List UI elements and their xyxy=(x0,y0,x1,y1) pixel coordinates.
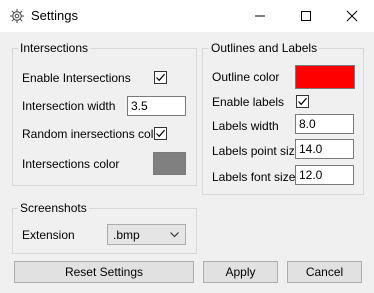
checkmark-icon xyxy=(156,129,165,138)
labels-font-size-label: Labels font size xyxy=(212,170,296,184)
enable-labels-checkbox[interactable] xyxy=(296,95,309,108)
outline-color-label: Outline color xyxy=(212,70,280,84)
close-button[interactable] xyxy=(329,0,374,32)
checkmark-icon xyxy=(298,97,307,106)
gear-icon xyxy=(9,8,25,24)
labels-point-size-label: Labels point size xyxy=(212,144,302,158)
apply-button[interactable]: Apply xyxy=(203,261,278,283)
maximize-icon xyxy=(301,11,311,21)
maximize-button[interactable] xyxy=(283,0,329,32)
intersection-width-label: Intersection width xyxy=(22,99,116,113)
window-title: Settings xyxy=(31,8,78,23)
outline-color-button[interactable] xyxy=(295,65,355,89)
minimize-icon xyxy=(255,15,265,17)
minimize-button[interactable] xyxy=(237,0,283,32)
intersections-color-button[interactable] xyxy=(153,152,186,175)
extension-value: .bmp xyxy=(113,228,140,242)
screenshots-group-title: Screenshots xyxy=(18,201,89,215)
checkmark-icon xyxy=(156,73,165,82)
labels-width-input[interactable]: 8.0 xyxy=(295,114,354,134)
enable-intersections-checkbox[interactable] xyxy=(154,71,167,84)
intersection-width-input[interactable]: 3.5 xyxy=(127,96,186,116)
intersections-group-title: Intersections xyxy=(18,41,91,55)
random-intersections-color-label: Random inersections color xyxy=(22,127,165,141)
labels-font-size-input[interactable]: 12.0 xyxy=(295,165,354,185)
labels-width-label: Labels width xyxy=(212,119,279,133)
extension-label: Extension xyxy=(22,228,75,242)
chevron-down-icon xyxy=(170,232,179,238)
close-icon xyxy=(346,10,358,22)
reset-settings-button[interactable]: Reset Settings xyxy=(14,261,194,283)
enable-labels-label: Enable labels xyxy=(212,95,285,109)
outlines-labels-group-title: Outlines and Labels xyxy=(209,41,320,55)
cancel-button[interactable]: Cancel xyxy=(287,261,362,283)
labels-point-size-input[interactable]: 14.0 xyxy=(295,139,354,159)
enable-intersections-label: Enable Intersections xyxy=(22,71,131,85)
extension-select[interactable]: .bmp xyxy=(107,224,186,245)
random-intersections-color-checkbox[interactable] xyxy=(154,127,167,140)
title-bar: Settings xyxy=(0,0,374,32)
intersections-color-label: Intersections color xyxy=(22,157,120,171)
